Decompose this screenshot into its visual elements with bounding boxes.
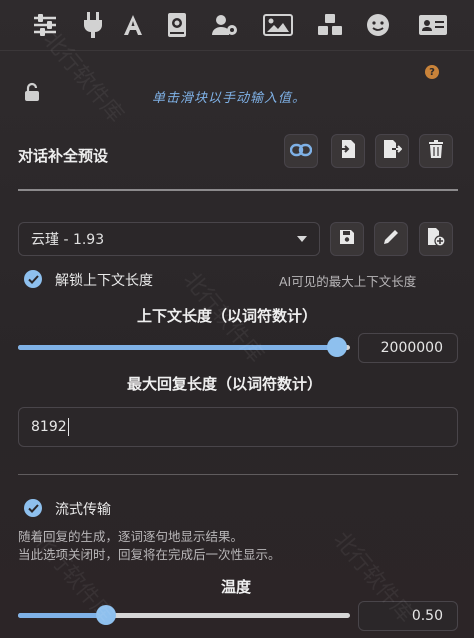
ai-visible-max-label: AI可见的最大上下文长度 [279, 274, 417, 289]
context-length-title: 上下文长度（以词符数计） [137, 307, 318, 325]
max-reply-title: 最大回复长度（以词符数计） [127, 375, 323, 393]
text-cursor [67, 418, 69, 436]
top-toolbar [0, 0, 474, 50]
slider-fill [18, 345, 337, 350]
chevron-down-icon [297, 236, 307, 242]
max-reply-input[interactable]: 8192 [18, 407, 458, 447]
import-preset-button[interactable] [331, 134, 365, 168]
slider-fill [18, 613, 106, 618]
save-preset-button[interactable] [330, 222, 364, 256]
trash-icon [428, 140, 444, 162]
streaming-label: 流式传输 [55, 502, 111, 518]
context-length-input[interactable]: 2000000 [358, 333, 458, 363]
plug-icon[interactable] [76, 8, 110, 42]
check-icon [27, 274, 39, 284]
preset-select[interactable]: 云瑾 - 1.93 [18, 222, 320, 256]
book-icon[interactable] [160, 8, 194, 42]
streaming-checkbox[interactable] [24, 499, 42, 517]
edit-preset-button[interactable] [374, 222, 408, 256]
temperature-input[interactable]: 0.50 [358, 601, 458, 631]
temperature-title: 温度 [221, 578, 252, 596]
streaming-description-2: 当此选项关闭时，回复将在完成后一次性显示。 [18, 547, 281, 562]
user-cog-icon[interactable] [208, 8, 242, 42]
toolbar-separator [0, 50, 474, 51]
unlock-context-label: 解锁上下文长度 [55, 273, 153, 289]
unlock-context-checkbox[interactable] [24, 270, 42, 288]
save-icon [339, 229, 355, 249]
file-plus-icon [426, 227, 446, 251]
id-card-icon[interactable] [416, 8, 450, 42]
face-icon[interactable] [361, 8, 395, 42]
font-icon[interactable] [116, 8, 150, 42]
new-preset-button[interactable] [419, 222, 453, 256]
context-length-slider[interactable] [18, 337, 350, 357]
slider-thumb[interactable] [96, 605, 116, 625]
file-import-icon [339, 139, 357, 163]
slider-thumb[interactable] [327, 337, 347, 357]
preset-section-title: 对话补全预设 [18, 147, 109, 165]
file-export-icon [382, 139, 403, 163]
cubes-icon[interactable] [313, 8, 347, 42]
section-divider [18, 474, 458, 475]
unlock-icon[interactable] [22, 82, 42, 102]
preset-select-value: 云瑾 - 1.93 [31, 232, 105, 248]
streaming-description-1: 随着回复的生成，逐词逐句地显示结果。 [18, 529, 244, 544]
temperature-slider[interactable] [18, 605, 350, 625]
export-preset-button[interactable] [375, 134, 409, 168]
section-divider [18, 189, 458, 191]
link-preset-button[interactable] [284, 134, 318, 168]
slider-hint-text: 单击滑块以手动输入值。 [152, 91, 307, 106]
help-icon[interactable]: ? [425, 65, 439, 79]
image-icon[interactable] [261, 8, 295, 42]
pencil-icon [382, 228, 400, 250]
link-icon [289, 142, 313, 161]
sliders-icon[interactable] [28, 8, 62, 42]
check-icon [27, 503, 39, 513]
delete-preset-button[interactable] [419, 134, 453, 168]
max-reply-value: 8192 [31, 419, 67, 435]
